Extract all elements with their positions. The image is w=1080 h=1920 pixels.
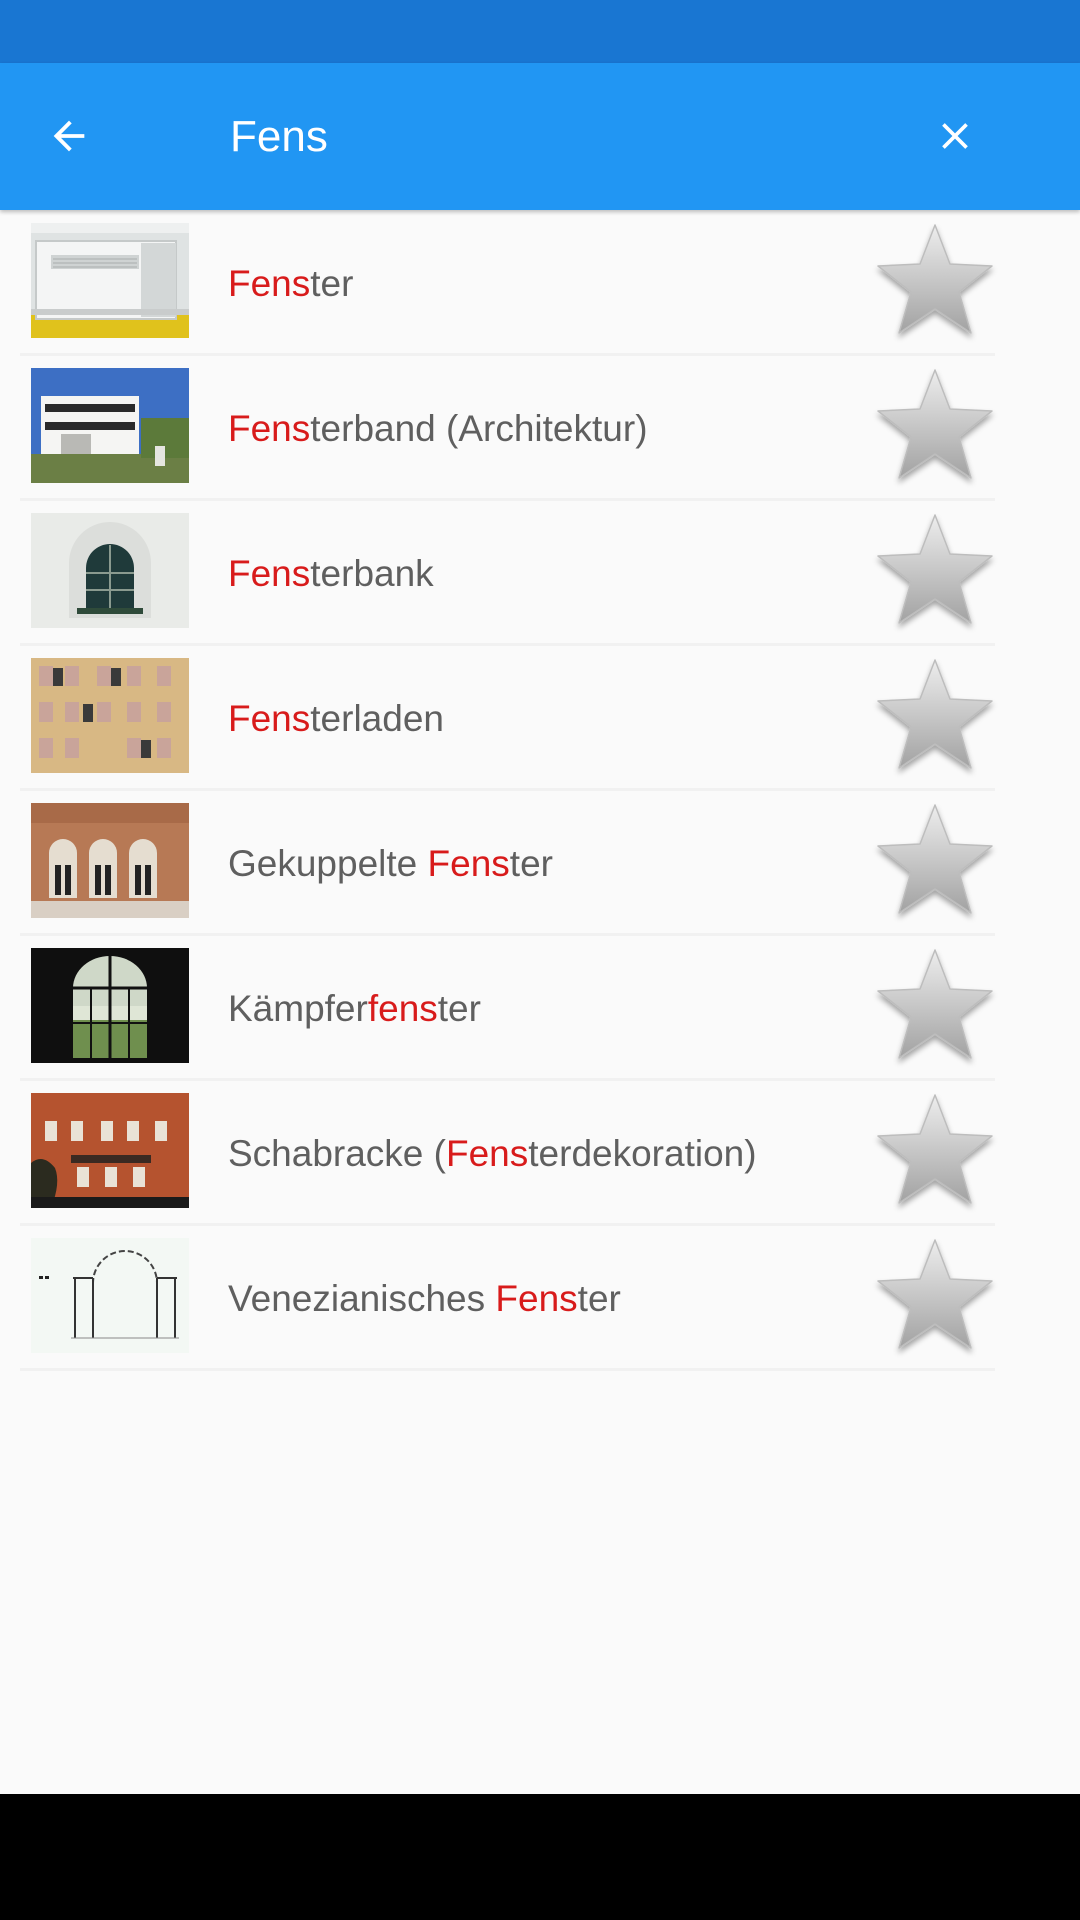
favorite-button[interactable] — [870, 654, 1000, 779]
star-icon — [870, 1234, 1000, 1359]
result-thumbnail — [31, 223, 189, 338]
result-row[interactable]: Gekuppelte Fenster — [20, 794, 995, 936]
match-highlight: Fens — [427, 843, 510, 884]
favorite-button[interactable] — [870, 509, 1000, 634]
result-title: Gekuppelte Fenster — [228, 843, 553, 884]
search-app-bar — [0, 63, 1080, 210]
match-highlight: Fens — [495, 1278, 578, 1319]
result-row[interactable]: Fenster — [20, 214, 995, 356]
favorite-button[interactable] — [870, 799, 1000, 924]
result-title: Kämpferfenster — [228, 988, 481, 1029]
result-title: Fenster — [228, 263, 354, 304]
result-row[interactable]: Fensterband (Architektur) — [20, 359, 995, 501]
venetian-window-drawing-image — [31, 1238, 189, 1353]
result-row[interactable]: Schabracke (Fensterdekoration) — [20, 1084, 995, 1226]
brick-building-image — [31, 1093, 189, 1208]
result-row[interactable]: Fensterbank — [20, 504, 995, 646]
star-icon — [870, 364, 1000, 489]
star-icon — [870, 944, 1000, 1069]
clear-search-button[interactable] — [920, 101, 990, 171]
result-thumbnail — [31, 948, 189, 1063]
window-ac-unit-image — [31, 223, 189, 338]
arched-window-image — [31, 513, 189, 628]
star-icon — [870, 509, 1000, 634]
gothic-windows-image — [31, 803, 189, 918]
star-icon — [870, 1089, 1000, 1214]
star-icon — [870, 654, 1000, 779]
match-highlight: Fens — [228, 263, 311, 304]
status-bar — [0, 0, 1080, 63]
close-icon — [942, 123, 968, 149]
favorite-button[interactable] — [870, 1234, 1000, 1359]
result-thumbnail — [31, 803, 189, 918]
result-thumbnail — [31, 368, 189, 483]
favorite-button[interactable] — [870, 944, 1000, 1069]
result-row[interactable]: Kämpferfenster — [20, 939, 995, 1081]
navigation-bar — [0, 1794, 1080, 1920]
result-title: Fensterladen — [228, 698, 444, 739]
transom-window-image — [31, 948, 189, 1063]
result-row[interactable]: Venezianisches Fenster — [20, 1229, 995, 1371]
result-thumbnail — [31, 1093, 189, 1208]
result-title: Schabracke (Fensterdekoration) — [228, 1133, 757, 1174]
result-title: Fensterband (Architektur) — [228, 408, 648, 449]
star-icon — [870, 219, 1000, 344]
match-highlight: Fens — [228, 408, 311, 449]
favorite-button[interactable] — [870, 219, 1000, 344]
match-highlight: Fens — [228, 553, 311, 594]
shuttered-facade-image — [31, 658, 189, 773]
match-highlight: Fens — [228, 698, 311, 739]
favorite-button[interactable] — [870, 1089, 1000, 1214]
result-thumbnail — [31, 658, 189, 773]
match-highlight: Fens — [446, 1133, 529, 1174]
result-title: Fensterbank — [228, 553, 434, 594]
match-highlight: fens — [367, 988, 438, 1029]
search-results-list: Fenster Fensterband (Architektur) Fenste… — [20, 214, 995, 1374]
favorite-button[interactable] — [870, 364, 1000, 489]
modern-building-image — [31, 368, 189, 483]
result-title: Venezianisches Fenster — [228, 1278, 621, 1319]
result-thumbnail — [31, 1238, 189, 1353]
search-input[interactable] — [230, 97, 850, 177]
back-button[interactable] — [34, 101, 104, 171]
star-icon — [870, 799, 1000, 924]
result-row[interactable]: Fensterladen — [20, 649, 995, 791]
arrow-back-icon — [53, 120, 85, 152]
result-thumbnail — [31, 513, 189, 628]
